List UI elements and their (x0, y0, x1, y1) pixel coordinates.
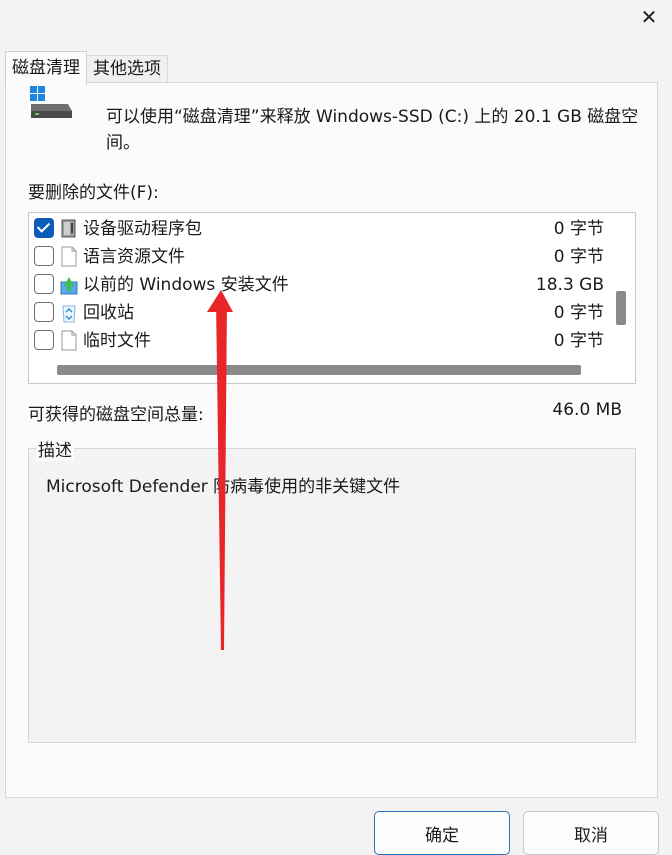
file-size: 0 字节 (553, 219, 604, 239)
drive-icon (30, 86, 72, 118)
file-name: 语言资源文件 (83, 247, 185, 267)
vertical-scrollbar-thumb[interactable] (616, 291, 626, 325)
file-name: 回收站 (83, 303, 134, 323)
cancel-button[interactable]: 取消 (523, 811, 659, 855)
file-size: 0 字节 (553, 247, 604, 267)
checkbox[interactable] (34, 302, 54, 322)
file-icon (61, 246, 77, 267)
file-name: 临时文件 (83, 331, 151, 351)
windows-setup-icon (60, 277, 78, 295)
files-list[interactable]: 设备驱动程序包 0 字节 语言资源文件 0 字节 以前的 Windows 安装文… (28, 212, 636, 384)
file-icon (61, 330, 77, 351)
file-name: 以前的 Windows 安装文件 (83, 275, 289, 295)
title-bar: ✕ (0, 0, 672, 36)
total-space-label: 可获得的磁盘空间总量: (28, 405, 204, 425)
description-legend: 描述 (36, 436, 74, 461)
checkbox[interactable] (34, 246, 54, 266)
ok-button[interactable]: 确定 (374, 811, 510, 855)
list-item[interactable]: 以前的 Windows 安装文件 18.3 GB (29, 271, 614, 299)
intro-text: 可以使用“磁盘清理”来释放 Windows-SSD (C:) 上的 20.1 G… (106, 107, 639, 153)
tab-disk-cleanup[interactable]: 磁盘清理 (5, 51, 87, 85)
close-icon: ✕ (640, 5, 658, 29)
tab-strip: 磁盘清理 其他选项 (5, 51, 168, 85)
files-to-delete-label: 要删除的文件(F): (28, 183, 159, 203)
checkbox-checked[interactable] (34, 218, 54, 238)
file-size: 0 字节 (553, 331, 604, 351)
close-button[interactable]: ✕ (626, 0, 672, 34)
checkbox[interactable] (34, 330, 54, 350)
recycle-bin-icon (62, 305, 76, 323)
tab-more-options[interactable]: 其他选项 (86, 55, 168, 83)
list-item[interactable]: 语言资源文件 0 字节 (29, 243, 614, 271)
total-space-value: 46.0 MB (552, 400, 622, 420)
list-item[interactable]: 临时文件 0 字节 (29, 327, 614, 355)
file-name: 设备驱动程序包 (83, 219, 202, 239)
disk-cleanup-window: ✕ 磁盘清理 其他选项 可以使用“磁盘清理”来释放 Windows-SSD (C… (0, 0, 672, 855)
list-item[interactable]: 回收站 0 字节 (29, 299, 614, 327)
file-size: 0 字节 (553, 303, 604, 323)
description-text: Microsoft Defender 防病毒使用的非关键文件 (46, 477, 401, 497)
driver-package-icon (61, 219, 76, 238)
file-size: 18.3 GB (535, 275, 604, 295)
horizontal-scrollbar-thumb[interactable] (57, 365, 581, 375)
list-item[interactable]: 设备驱动程序包 0 字节 (29, 215, 614, 243)
checkbox[interactable] (34, 274, 54, 294)
